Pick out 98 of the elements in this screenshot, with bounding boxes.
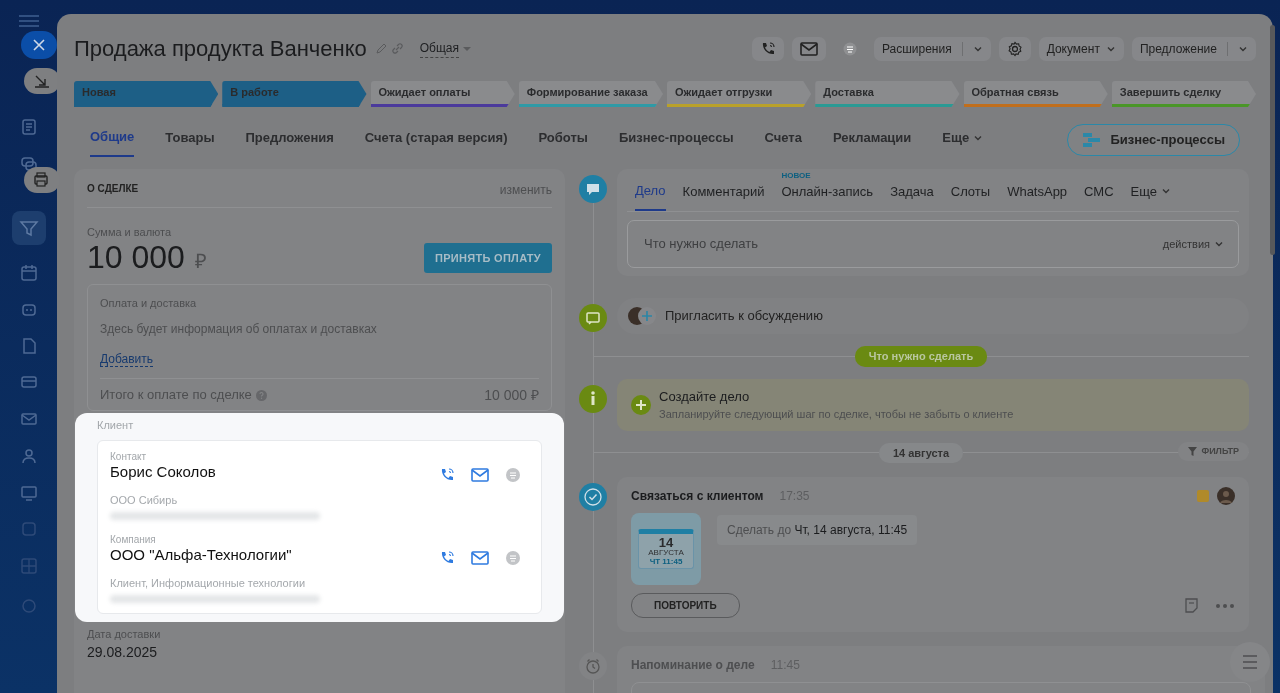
tab[interactable]: Слоты [950,169,991,210]
settings-button[interactable] [998,36,1031,61]
tab[interactable]: НОВОЕ Онлайн-запись [781,169,874,210]
tab[interactable]: Задача [890,169,934,210]
pencil-icon[interactable] [374,42,387,55]
tab[interactable]: Бизнес-процессы [618,124,734,156]
new-label: НОВОЕ [781,169,811,182]
mail-icon [799,41,818,56]
stage-step[interactable]: Ожидает отгрузки [667,81,812,107]
calendar-month: АВГУСТА [647,549,685,558]
tab[interactable]: Товары [165,124,215,156]
link-icon[interactable] [390,42,404,55]
accept-payment-button[interactable]: ПРИНЯТЬ ОПЛАТУ [423,242,552,274]
stage-step[interactable]: Завершить сделку [1111,81,1256,107]
mail-button[interactable] [791,36,826,61]
circle-icon[interactable] [20,597,38,615]
section-divider-label: Что нужно сделать [854,346,988,367]
deal-title: Продажа продукта Ванченко [74,35,367,63]
chat-icon[interactable] [505,466,521,483]
tab[interactable]: WhatsApp [1007,169,1068,210]
business-process-button[interactable]: Бизнес-процессы [1067,124,1240,156]
grid-icon[interactable] [20,557,38,575]
tab[interactable]: Еще [942,124,984,156]
stage-step[interactable]: Ожидает оплаты [370,81,515,107]
add-link[interactable]: Добавить [100,351,154,367]
client-details: ООО Сибирь [110,493,179,508]
category-selector[interactable]: Общая [419,39,459,58]
tab[interactable]: СМС [1084,169,1114,210]
square-icon[interactable] [20,520,38,538]
stage-step[interactable]: Формирование заказа [518,81,663,107]
client-name[interactable]: ООО "Альфа-Технологии" [110,545,439,565]
client-details: Клиент, Информационные технологии [110,576,307,591]
tab[interactable]: Счета [764,124,802,156]
monitor-icon[interactable] [20,484,38,502]
chat-icon[interactable] [20,155,38,173]
tab[interactable]: Еще [1130,169,1172,210]
split-button[interactable]: Расширения [873,36,991,61]
gear-icon [1006,40,1023,57]
avatar-add-icon [627,306,657,326]
note-icon[interactable] [1184,598,1199,613]
stage-step[interactable]: Доставка [815,81,960,107]
tab[interactable]: Комментарий [682,169,765,210]
document-icon[interactable] [20,118,38,136]
date-label: 14 августа [878,442,964,463]
check-icon [579,483,607,511]
tab[interactable]: Роботы [538,124,588,156]
filter-icon[interactable] [12,211,46,245]
deadline-text: Сделать до Чт, 14 августа, 11:45 [717,515,918,545]
caret-icon [463,45,471,52]
tab[interactable]: Счета (старая версия) [364,124,508,156]
dropdown-button[interactable]: Документ [1038,36,1124,61]
task-title[interactable]: Связаться с клиентом [631,487,764,505]
filter-button[interactable]: ФИЛЬТР [1178,441,1249,461]
tab[interactable]: Дело [635,168,666,211]
currency-sign: ₽ [194,249,207,274]
calendar-day: 14 [639,535,693,550]
info-icon [579,384,607,413]
repeat-button[interactable]: ПОВТОРИТЬ [631,593,740,618]
caret-icon [1214,239,1224,249]
calendar-icon[interactable] [20,264,38,282]
card-icon[interactable] [20,373,38,391]
document-icon[interactable] [20,337,38,355]
more-icon[interactable] [1215,602,1235,609]
phone-icon[interactable] [439,549,455,566]
chat-icon[interactable] [505,549,521,566]
client-name[interactable]: Борис Соколов [110,462,439,482]
mail-icon[interactable] [20,410,38,428]
comment-icon [579,174,607,203]
section-heading: О СДЕЛКЕ [87,181,139,196]
avatar-icon[interactable] [1217,487,1235,505]
tab[interactable]: Рекламации [832,124,912,156]
chat-icon [579,304,607,332]
field-label: Контакт [110,450,147,463]
add-icon [631,394,651,415]
printer-icon[interactable] [24,167,60,193]
process-icon [1082,131,1103,148]
close-icon[interactable] [21,31,57,59]
tab[interactable]: Общие [90,123,135,157]
stage-step[interactable]: Обратная связь [963,81,1108,107]
amount-value: 10 000 [87,240,185,276]
contacts-icon[interactable] [20,447,38,465]
field-value: 29.08.2025 [87,643,159,663]
chat-icon [841,40,858,57]
filter-icon [1188,446,1198,456]
tab[interactable]: Предложения [245,124,334,156]
task-input[interactable]: Что нужно сделать действия [627,220,1239,268]
calendar-time: ЧТ 11:45 [648,557,684,567]
split-button[interactable]: Предложение [1131,36,1256,61]
phone-icon[interactable] [439,466,455,483]
mail-icon[interactable] [471,550,489,565]
menu-icon[interactable] [18,14,40,28]
field-label: Компания [110,533,157,546]
actions-dropdown[interactable]: действия [1162,235,1210,253]
card-title: Создайте дело [659,387,751,406]
help-icon[interactable] [255,389,267,401]
mail-icon[interactable] [471,467,489,482]
phone-button[interactable] [751,36,784,61]
section-label: Клиент [97,418,135,432]
